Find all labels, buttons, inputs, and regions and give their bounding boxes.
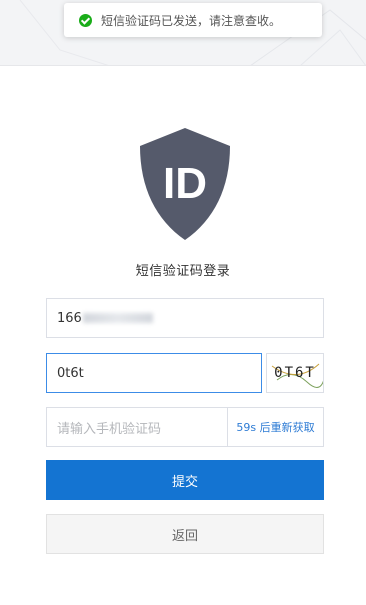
sms-code-input[interactable]: 请输入手机验证码 59s 后重新获取 bbox=[46, 407, 324, 447]
submit-button[interactable]: 提交 bbox=[46, 460, 324, 500]
logo-text: ID bbox=[163, 159, 207, 208]
page-title: 短信验证码登录 bbox=[135, 264, 231, 279]
back-button[interactable]: 返回 bbox=[46, 514, 324, 554]
captcha-image[interactable]: 0T6T bbox=[266, 353, 324, 393]
phone-input[interactable]: 166 bbox=[46, 298, 324, 338]
sms-sent-toast: 短信验证码已发送，请注意查收。 bbox=[64, 3, 322, 37]
shield-id-icon: ID bbox=[140, 128, 230, 240]
resend-code-button[interactable]: 59s 后重新获取 bbox=[227, 408, 323, 446]
success-check-icon bbox=[79, 13, 92, 27]
toast-message: 短信验证码已发送，请注意查收。 bbox=[101, 13, 282, 28]
sms-placeholder: 请输入手机验证码 bbox=[57, 421, 162, 437]
phone-value: 166 bbox=[57, 310, 82, 326]
captcha-input-value: 0t6t bbox=[57, 365, 84, 381]
captcha-input[interactable]: 0t6t bbox=[46, 353, 262, 393]
captcha-image-text: 0T6T bbox=[274, 365, 316, 381]
phone-masked-digits bbox=[82, 313, 153, 323]
